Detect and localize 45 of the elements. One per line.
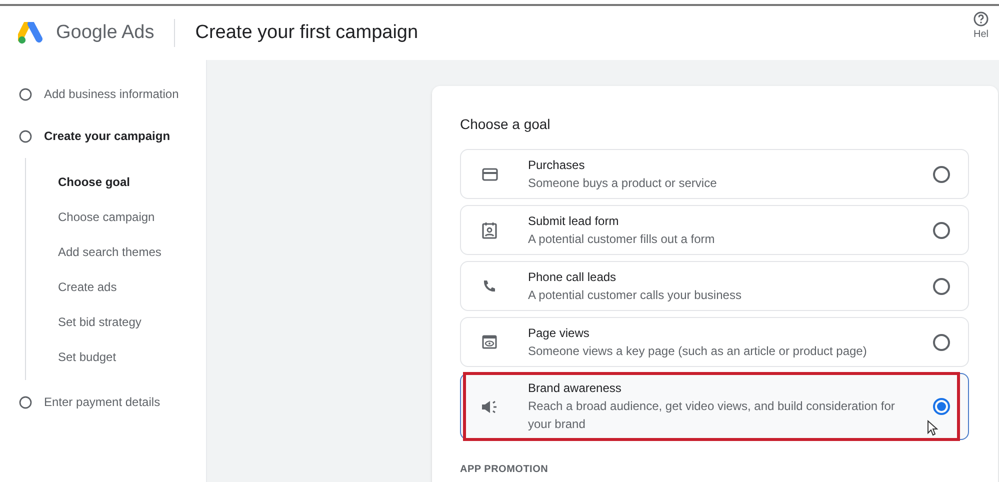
- substep-label[interactable]: Set bid strategy: [26, 304, 206, 339]
- google-ads-logo-icon: [18, 22, 44, 44]
- card-heading: Choose a goal: [460, 115, 552, 134]
- goal-option[interactable]: Brand awareness Reach a broad audience, get video views, and build consideration for your brand: [460, 373, 969, 440]
- step-label[interactable]: Enter payment details: [44, 393, 160, 411]
- phone-icon: [482, 278, 497, 294]
- credit-card-icon: [482, 168, 498, 180]
- goal-description: A potential customer calls your business: [528, 286, 742, 304]
- contact-form-icon: [482, 222, 497, 238]
- mouse-pointer-icon: [927, 420, 938, 436]
- radio-button[interactable]: [933, 222, 950, 238]
- goal-option[interactable]: Phone call leads A potential customer calls your business: [460, 261, 969, 311]
- goal-description: Someone buys a product or service: [528, 174, 718, 192]
- substep-label[interactable]: Set budget: [26, 339, 206, 374]
- substep-label[interactable]: Choose goal: [26, 164, 206, 199]
- radio-button[interactable]: [933, 278, 950, 294]
- goal-title: Brand awareness: [528, 380, 622, 397]
- goal-option[interactable]: Submit lead form A potential customer fills out a form: [460, 205, 969, 255]
- step-circle-icon: [19, 396, 32, 408]
- goal-description: A potential customer fills out a form: [528, 230, 716, 248]
- goal-description: Reach a broad audience, get video views, and build consideration for your brand: [528, 398, 896, 433]
- radio-button[interactable]: [933, 398, 950, 415]
- product-name: Google Ads: [56, 20, 154, 45]
- goal-description: Someone views a key page (such as an article or product page): [528, 342, 868, 360]
- goal-title: Submit lead form: [528, 212, 620, 230]
- eye-page-icon: [482, 335, 497, 349]
- step-label[interactable]: Create your campaign: [44, 127, 170, 145]
- goal-title: Phone call leads: [528, 268, 618, 286]
- substep-label[interactable]: Add search themes: [26, 234, 206, 269]
- substep-label[interactable]: Choose campaign: [26, 199, 206, 234]
- step-circle-icon: [19, 130, 32, 142]
- goal-option[interactable]: Purchases Someone buys a product or service: [460, 149, 969, 199]
- section-label: APP PROMOTION: [460, 463, 550, 477]
- megaphone-icon: [481, 400, 498, 414]
- page-title: Create your first campaign: [195, 20, 418, 45]
- substep-label[interactable]: Create ads: [26, 269, 206, 304]
- help-icon[interactable]: [973, 10, 989, 26]
- goal-option[interactable]: Page views Someone views a key page (such as an article or product page): [460, 317, 969, 367]
- step-circle-icon: [19, 88, 32, 100]
- step-label[interactable]: Add business information: [44, 85, 179, 103]
- radio-button[interactable]: [933, 334, 950, 350]
- goal-title: Purchases: [528, 156, 586, 174]
- radio-button[interactable]: [933, 166, 950, 182]
- goal-title: Page views: [528, 324, 590, 342]
- help-label: Hel: [973, 28, 988, 42]
